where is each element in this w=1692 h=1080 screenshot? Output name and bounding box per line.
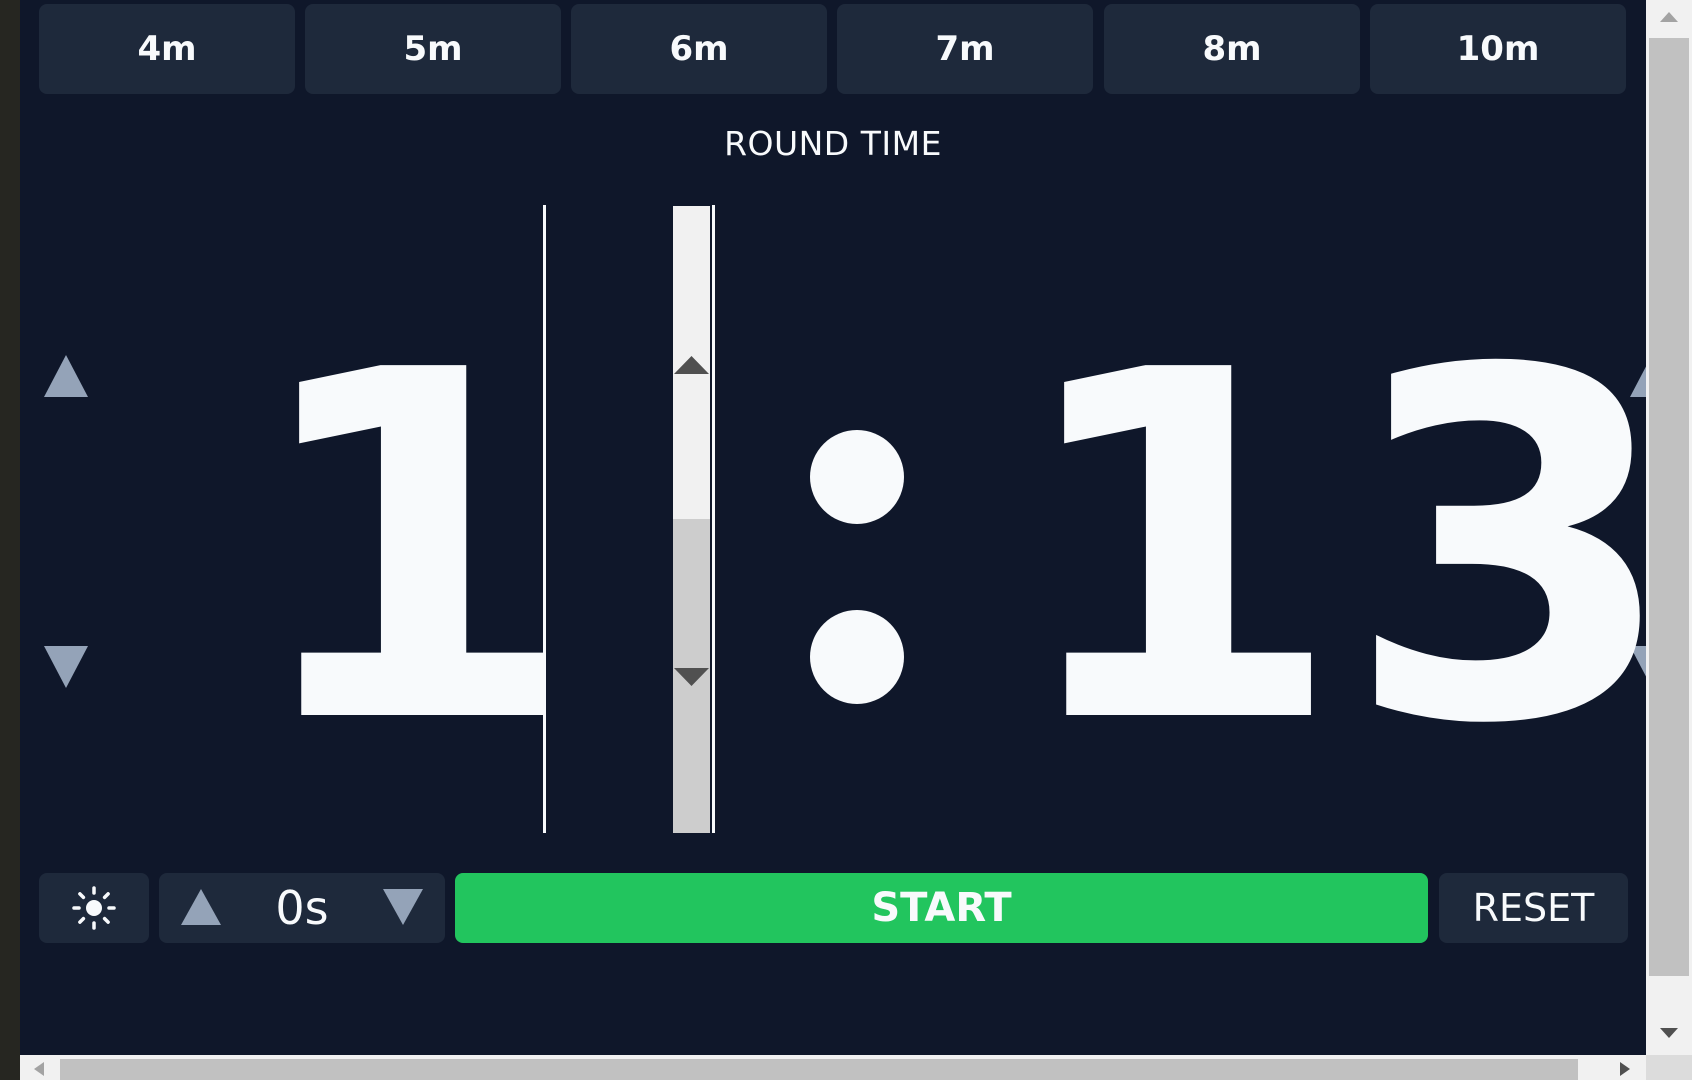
scrollbar-corner [1646, 1055, 1692, 1080]
offset-value: 0s [275, 881, 329, 935]
theme-toggle-button[interactable] [39, 873, 149, 943]
preset-8m-button[interactable]: 8m [1104, 4, 1360, 94]
minutes-scrollbar[interactable] [673, 206, 710, 833]
scroll-down-arrow-icon[interactable] [673, 665, 710, 689]
minutes-display[interactable]: 1 [245, 310, 579, 790]
reset-button[interactable]: RESET [1439, 873, 1628, 943]
seconds-display[interactable]: 13 [1010, 310, 1646, 790]
preset-4m-button[interactable]: 4m [39, 4, 295, 94]
sun-icon [72, 886, 116, 930]
scroll-left-arrow-icon[interactable] [32, 1061, 46, 1077]
minutes-up-arrow-icon[interactable] [40, 351, 92, 403]
preset-10m-button[interactable]: 10m [1370, 4, 1626, 94]
start-button[interactable]: START [455, 873, 1428, 943]
colon-dot-top [810, 430, 904, 524]
offset-stepper: 0s [159, 873, 445, 943]
scroll-down-arrow-icon[interactable] [1658, 1026, 1680, 1040]
text-caret [712, 205, 715, 833]
offset-up-arrow-icon[interactable] [177, 883, 225, 931]
preset-5m-button[interactable]: 5m [305, 4, 561, 94]
round-time-label: ROUND TIME [724, 124, 942, 163]
minutes-down-arrow-icon[interactable] [40, 642, 92, 694]
timer-app: 4m 5m 6m 7m 8m 10m ROUND TIME 1 13 0s ST… [20, 0, 1646, 1055]
preset-7m-button[interactable]: 7m [837, 4, 1093, 94]
vertical-scrollbar[interactable] [1646, 0, 1692, 1055]
horizontal-scrollbar-thumb[interactable] [60, 1059, 1578, 1080]
offset-down-arrow-icon[interactable] [379, 883, 427, 931]
scroll-up-arrow-icon[interactable] [1658, 10, 1680, 24]
preset-6m-button[interactable]: 6m [571, 4, 827, 94]
vertical-scrollbar-thumb[interactable] [1649, 38, 1689, 976]
horizontal-scrollbar[interactable] [20, 1055, 1646, 1080]
preset-row: 4m 5m 6m 7m 8m 10m [39, 4, 1628, 94]
scroll-up-arrow-icon[interactable] [673, 353, 710, 377]
colon-dot-bottom [810, 610, 904, 704]
text-caret [543, 205, 546, 833]
scroll-right-arrow-icon[interactable] [1618, 1061, 1632, 1077]
